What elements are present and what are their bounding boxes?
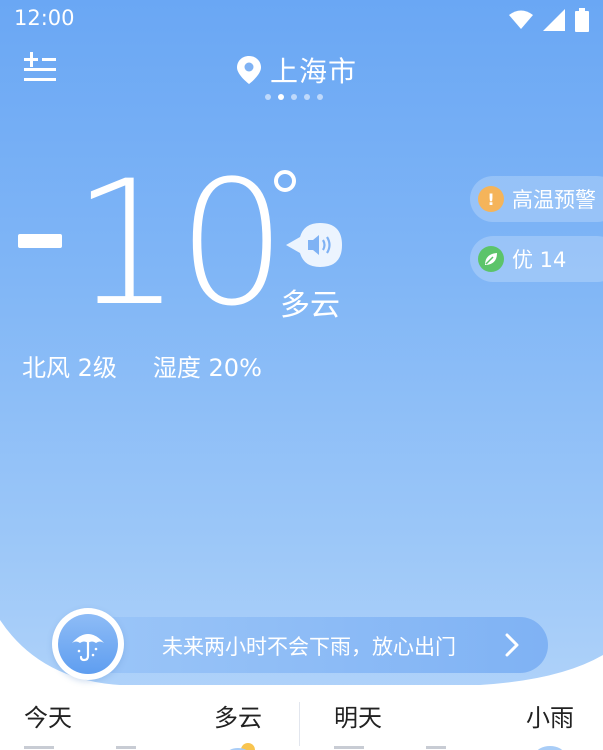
page-dot: [304, 94, 310, 100]
location-pin-icon: [237, 56, 261, 84]
rain-forecast-text: 未来两小时不会下雨，放心出门: [162, 635, 456, 659]
leaf-icon: [478, 246, 504, 272]
daily-forecast-strip: 今天 多云 明天 小雨: [0, 690, 603, 750]
location-selector[interactable]: 上海市: [236, 50, 357, 90]
rain-forecast-banner[interactable]: 未来两小时不会下雨，放心出门: [72, 617, 548, 673]
page-dot: [265, 94, 271, 100]
forecast-tomorrow-label[interactable]: 明天: [334, 698, 382, 733]
wind-humidity-row: 北风 2级 湿度 20%: [22, 348, 262, 383]
speaker-icon: [286, 223, 342, 267]
partly-cloudy-icon: [229, 743, 255, 750]
forecast-temp-placeholder: [426, 746, 446, 749]
page-indicator: [265, 94, 323, 100]
location-name: 上海市: [270, 55, 358, 88]
aqi-label: 优 14: [512, 248, 567, 272]
page-dot: [317, 94, 323, 100]
status-time: 12:00: [14, 6, 75, 30]
alert-label: 高温预警: [512, 188, 596, 212]
status-bar: 12:00: [0, 0, 603, 40]
status-icons: [509, 8, 589, 32]
weather-screen: 12:00 上海市 10 多云 北风 2级 湿度 20% ! 高温预警 优 14…: [0, 0, 603, 750]
forecast-temp-placeholder: [334, 746, 364, 749]
degree-symbol: [274, 170, 296, 192]
warning-icon: !: [478, 186, 504, 212]
battery-icon: [575, 8, 589, 32]
menu-list-icon: [24, 52, 56, 81]
forecast-today-condition: 多云: [214, 704, 262, 732]
page-dot-active: [278, 94, 284, 100]
weather-condition: 多云: [280, 288, 340, 323]
menu-button[interactable]: [24, 52, 60, 88]
humidity-info: 湿度 20%: [152, 354, 262, 382]
forecast-today-label[interactable]: 今天: [24, 698, 72, 733]
wind-info: 北风 2级: [22, 354, 117, 382]
forecast-tomorrow-condition: 小雨: [526, 704, 574, 732]
umbrella-icon: [72, 634, 104, 662]
forecast-temp-placeholder: [116, 746, 136, 749]
chevron-right-icon: [505, 633, 519, 657]
wifi-icon: [509, 10, 533, 29]
heat-alert-chip[interactable]: ! 高温预警: [470, 176, 603, 222]
forecast-temp-placeholder: [24, 746, 54, 749]
temperature-value: 10: [72, 143, 287, 344]
voice-broadcast-button[interactable]: [286, 221, 344, 269]
forecast-divider: [299, 702, 300, 746]
umbrella-badge: [52, 608, 124, 680]
light-rain-icon: [537, 746, 563, 750]
cell-signal-icon: [543, 9, 565, 31]
temperature-minus-sign: [18, 234, 62, 248]
page-dot: [291, 94, 297, 100]
air-quality-chip[interactable]: 优 14: [470, 236, 603, 282]
